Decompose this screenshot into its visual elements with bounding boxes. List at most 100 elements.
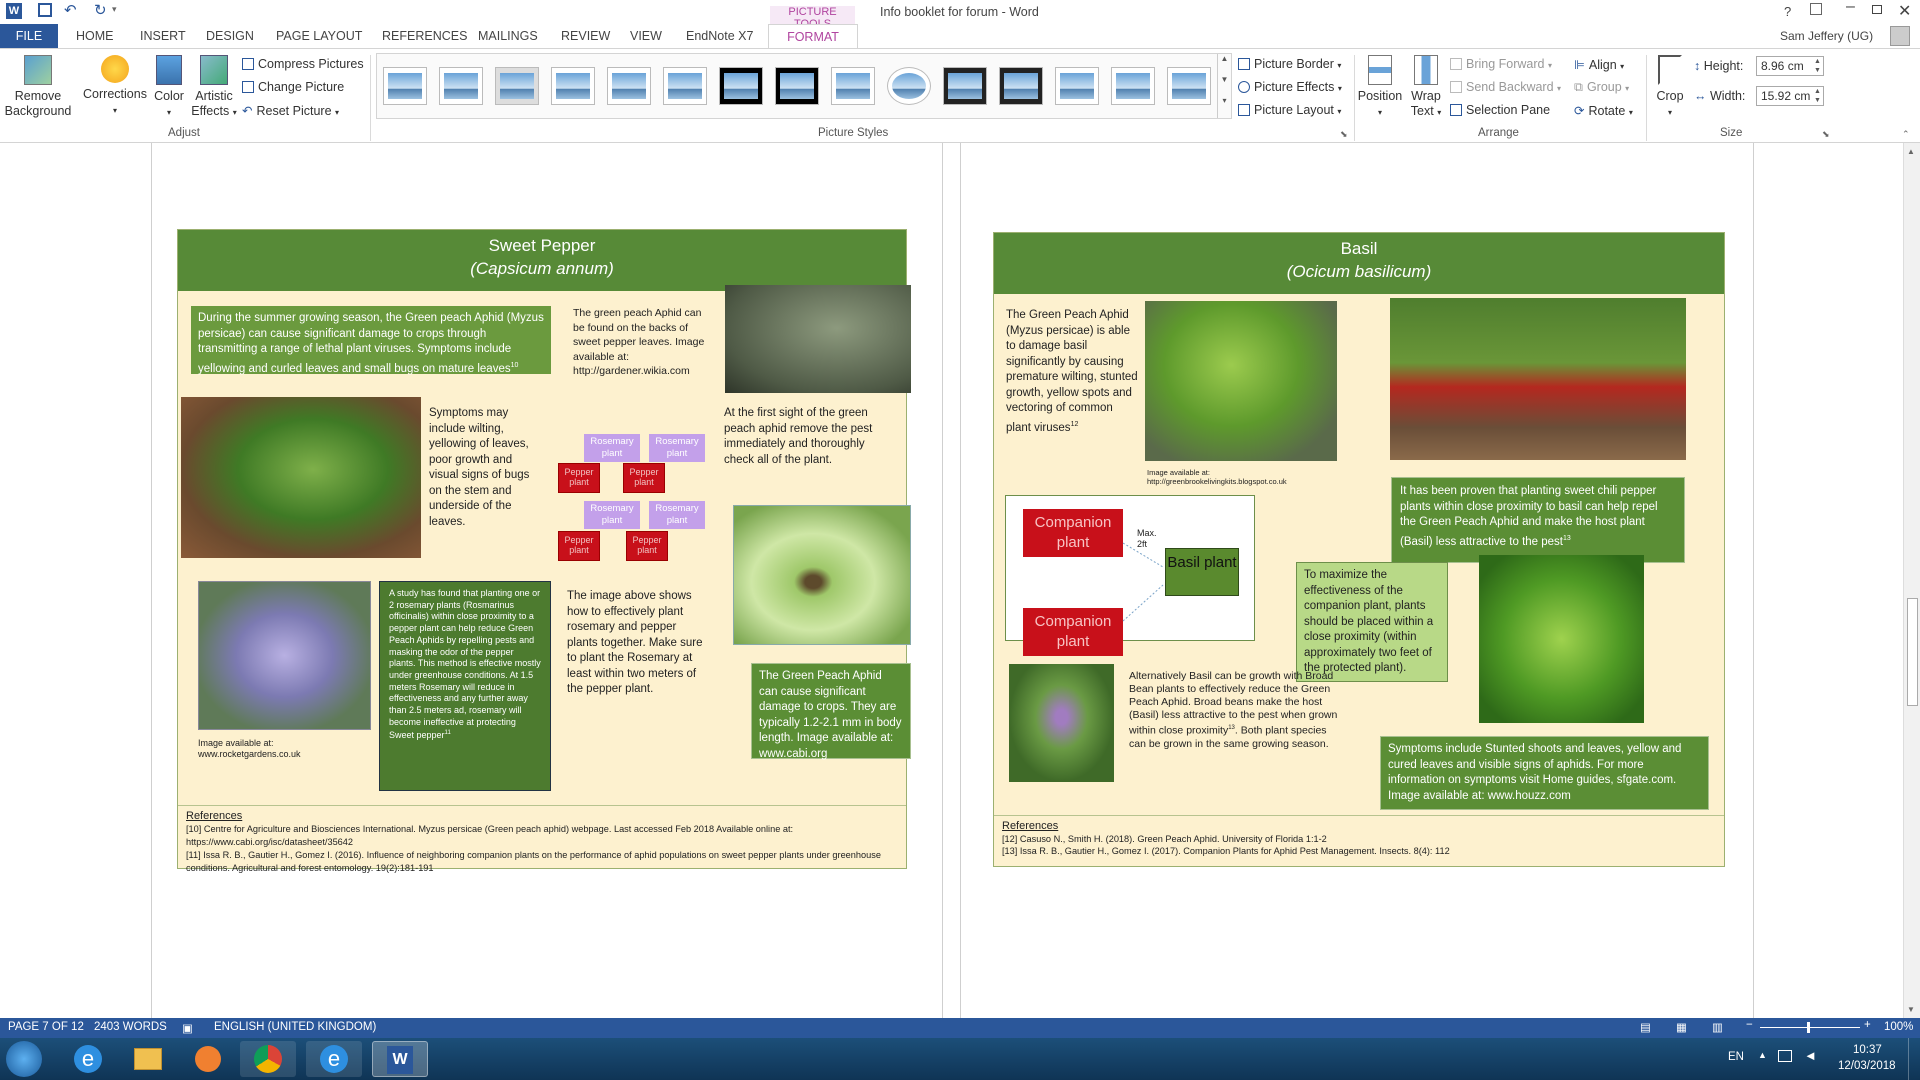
picture-style-12[interactable] [999,67,1043,105]
companion-plant-box[interactable]: Companion plant [1023,608,1123,656]
pepper-plant-box[interactable]: Pepper plant [558,531,600,561]
language[interactable]: ENGLISH (UNITED KINGDOM) [214,1021,376,1033]
maximize-text-box[interactable]: To maximize the effectiveness of the com… [1296,562,1448,682]
picture-style-8[interactable] [775,67,819,105]
rosemary-plant-box[interactable]: Rosemary plant [649,434,705,462]
picture-style-3[interactable] [495,67,539,105]
first-sight-text[interactable]: At the first sight of the green peach ap… [724,406,884,468]
start-button-icon[interactable] [6,1041,42,1077]
media-player-icon[interactable] [180,1041,236,1077]
format-picture-launcher-icon[interactable]: ⬊ [1340,129,1348,140]
artistic-effects-button[interactable]: Artistic Effects ▾ [190,55,238,120]
scroll-thumb[interactable] [1907,598,1918,706]
bring-forward-button[interactable]: Bring Forward ▾ [1450,57,1552,71]
gallery-scroll-down[interactable]: ▼ [1217,75,1231,96]
scroll-up-icon[interactable]: ▲ [1907,147,1915,156]
tab-page-layout[interactable]: PAGE LAYOUT [276,29,362,43]
picture-style-13[interactable] [1055,67,1099,105]
rotate-button[interactable]: ⟳ Rotate ▾ [1574,103,1633,118]
vertical-scrollbar[interactable]: ▲ ▼ [1903,143,1920,1018]
volume-icon[interactable]: ◄ [1804,1048,1817,1063]
basil-plant-box[interactable]: Basil plant [1165,548,1239,596]
proofing-icon[interactable]: ▣ [182,1021,193,1035]
cabi-text-box[interactable]: The Green Peach Aphid can cause signific… [751,663,911,760]
tab-insert[interactable]: INSERT [140,29,186,43]
customize-qat-icon[interactable]: ▾ [112,4,117,15]
picture-style-11[interactable] [943,67,987,105]
pepper-plant-box[interactable]: Pepper plant [623,463,665,493]
save-icon[interactable] [38,3,52,17]
aphid-leaf-image[interactable] [725,285,911,393]
picture-border-button[interactable]: Picture Border ▾ [1238,57,1341,71]
tab-endnote[interactable]: EndNote X7 [686,29,753,43]
zoom-slider[interactable] [1760,1022,1860,1033]
rosemary-plant-box[interactable]: Rosemary plant [584,501,640,529]
gallery-scroll-up[interactable]: ▲ [1217,54,1231,75]
group-button[interactable]: ⧉ Group ▾ [1574,80,1629,95]
picture-style-15[interactable] [1167,67,1211,105]
color-button[interactable]: Color ▾ [150,55,188,120]
zoom-slider-thumb[interactable] [1807,1022,1810,1033]
tab-design[interactable]: DESIGN [206,29,254,43]
word-taskbar-icon[interactable]: W [372,1041,428,1077]
picture-effects-button[interactable]: Picture Effects ▾ [1238,80,1342,94]
tab-view[interactable]: VIEW [630,29,662,43]
zoom-in-icon[interactable]: + [1864,1019,1871,1031]
picture-style-5[interactable] [607,67,651,105]
picture-style-2[interactable] [439,67,483,105]
height-spinner[interactable]: ▲ ▼ [1814,57,1821,75]
gallery-more[interactable]: ▾ [1217,96,1231,118]
close-button[interactable]: ✕ [1898,1,1911,21]
sweet-pepper-plant-image[interactable] [181,397,421,558]
restore-button[interactable] [1872,5,1882,14]
change-picture-button[interactable]: Change Picture [242,80,344,94]
picture-style-4[interactable] [551,67,595,105]
aphid-location-text[interactable]: The green peach Aphid can be found on th… [573,306,708,379]
picture-layout-button[interactable]: Picture Layout ▾ [1238,103,1341,117]
tab-file[interactable]: FILE [0,24,58,48]
network-icon[interactable] [1778,1050,1792,1062]
selection-pane-button[interactable]: Selection Pane [1450,103,1550,117]
chrome-icon[interactable] [240,1041,296,1077]
reset-picture-button[interactable]: ↶ Reset Picture ▾ [242,103,339,118]
scroll-down-icon[interactable]: ▼ [1907,1005,1915,1014]
internet-explorer-icon[interactable]: e [60,1041,116,1077]
basil-symptoms-box[interactable]: Symptoms include Stunted shoots and leav… [1380,736,1709,810]
rosemary-plant-box[interactable]: Rosemary plant [584,434,640,462]
picture-style-9[interactable] [831,67,875,105]
broad-bean-text[interactable]: Alternatively Basil can be growth with B… [1129,670,1344,751]
position-button[interactable]: Position ▾ [1356,55,1404,120]
picture-style-10[interactable] [887,67,931,105]
size-launcher-icon[interactable]: ⬊ [1822,129,1830,140]
user-name[interactable]: Sam Jeffery (UG) [1780,29,1873,43]
file-explorer-icon[interactable] [120,1041,176,1077]
tab-format[interactable]: FORMAT [768,24,858,49]
page-count[interactable]: PAGE 7 OF 12 [8,1021,84,1033]
word-app-icon[interactable]: W [6,3,22,19]
intro-text-box[interactable]: During the summer growing season, the Gr… [191,306,551,374]
picture-style-1[interactable] [383,67,427,105]
study-text-box[interactable]: A study has found that planting one or 2… [379,581,551,791]
tab-review[interactable]: REVIEW [561,29,610,43]
align-button[interactable]: ⊫ Align ▾ [1574,57,1624,72]
pepper-plant-box[interactable]: Pepper plant [626,531,668,561]
tab-home[interactable]: HOME [76,29,114,43]
web-layout-icon[interactable]: ▥ [1712,1020,1723,1034]
crop-button[interactable]: Crop ▾ [1650,55,1690,120]
chili-text-box[interactable]: It has been proven that planting sweet c… [1391,477,1685,563]
internet-explorer-icon[interactable]: e [306,1041,362,1077]
rosemary-plant-box[interactable]: Rosemary plant [649,501,705,529]
print-layout-icon[interactable]: ▦ [1676,1020,1687,1034]
input-language[interactable]: EN [1728,1051,1744,1063]
word-count[interactable]: 2403 WORDS [94,1021,167,1033]
wrap-text-button[interactable]: Wrap Text ▾ [1406,55,1446,120]
picture-style-6[interactable] [663,67,707,105]
zoom-out-icon[interactable]: − [1746,1019,1753,1031]
pepper-plant-box[interactable]: Pepper plant [558,463,600,493]
tab-references[interactable]: REFERENCES [382,29,467,43]
rosemary-image[interactable] [198,581,371,730]
zoom-level[interactable]: 100% [1884,1021,1913,1033]
redo-icon[interactable]: ↻ [94,1,107,19]
show-hidden-icons[interactable]: ▲ [1758,1050,1767,1060]
show-desktop-button[interactable] [1908,1038,1920,1080]
